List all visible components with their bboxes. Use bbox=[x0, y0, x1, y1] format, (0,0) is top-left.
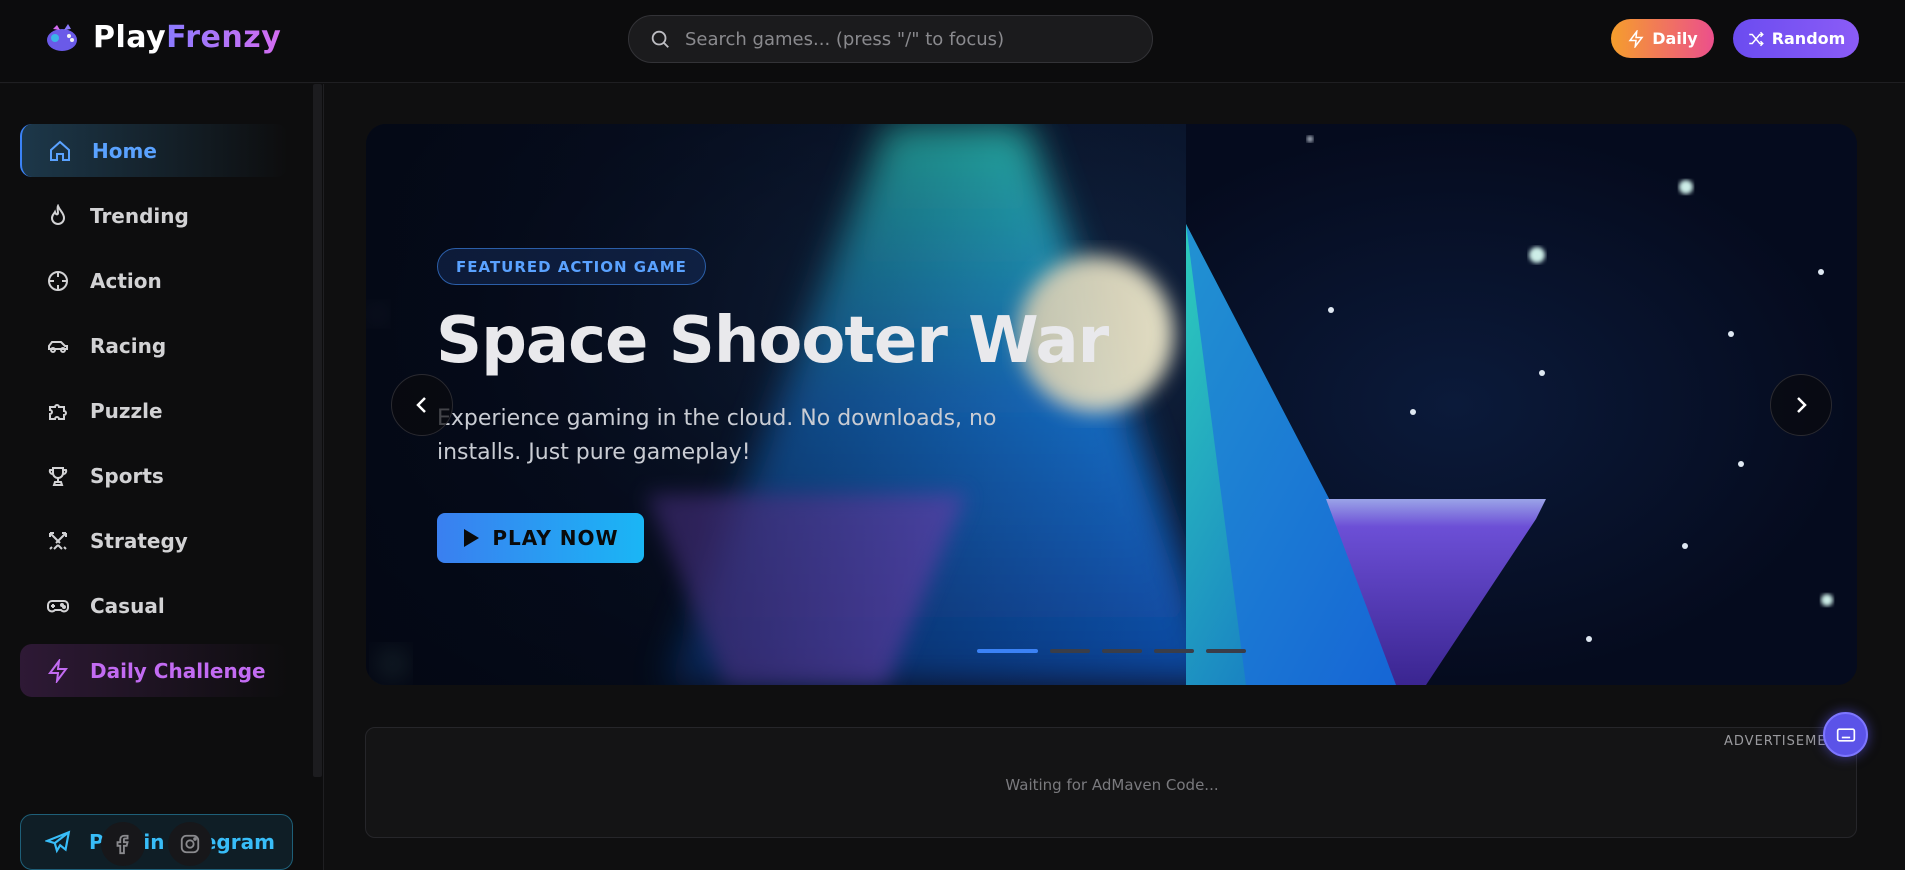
carousel-prev-button[interactable] bbox=[391, 374, 453, 436]
sidebar-item-label: Sports bbox=[90, 463, 164, 488]
advertisement-box: ADVERTISEMENT Waiting for AdMaven Code..… bbox=[365, 727, 1857, 838]
flame-icon bbox=[50, 203, 66, 225]
site-logo[interactable]: PlayFrenzy bbox=[45, 20, 281, 55]
sidebar-item-label: Action bbox=[90, 268, 162, 293]
sidebar-item-label: Strategy bbox=[90, 528, 188, 553]
sidebar-item-puzzle[interactable]: Puzzle bbox=[20, 384, 288, 437]
sidebar-item-trending[interactable]: Trending bbox=[20, 189, 288, 242]
carousel-dot[interactable] bbox=[1050, 649, 1090, 653]
sidebar-item-label: Daily Challenge bbox=[90, 658, 266, 683]
random-button-label: Random bbox=[1771, 29, 1846, 48]
sidebar-item-label: Home bbox=[92, 138, 157, 163]
daily-button-label: Daily bbox=[1652, 29, 1698, 48]
play-icon bbox=[464, 529, 480, 547]
search-icon bbox=[651, 30, 669, 48]
random-button[interactable]: Random bbox=[1733, 19, 1859, 58]
chevron-left-icon bbox=[416, 397, 426, 413]
shuffle-icon bbox=[1748, 31, 1764, 46]
carousel-indicators bbox=[977, 649, 1246, 653]
hero-description: Experience gaming in the cloud. No downl… bbox=[437, 406, 997, 465]
lightning-icon bbox=[48, 658, 68, 683]
play-in-telegram-button[interactable]: Play in Telegram bbox=[20, 814, 293, 870]
sidebar-item-daily-challenge[interactable]: Daily Challenge bbox=[20, 644, 288, 697]
search-bar[interactable] bbox=[628, 15, 1153, 63]
logo-frenzy-text: Frenzy bbox=[166, 20, 282, 55]
facebook-icon bbox=[116, 834, 129, 855]
sidebar-item-label: Trending bbox=[90, 203, 189, 228]
sidebar-scrollbar[interactable] bbox=[313, 84, 322, 777]
featured-badge: FEATURED ACTION GAME bbox=[437, 248, 706, 285]
keyboard-shortcuts-button[interactable] bbox=[1823, 712, 1868, 757]
sidebar-item-label: Racing bbox=[90, 333, 167, 358]
logo-play-text: Play bbox=[93, 20, 167, 55]
carousel-dot[interactable] bbox=[1102, 649, 1142, 653]
crosshair-icon bbox=[48, 270, 68, 291]
carousel-dot[interactable] bbox=[1154, 649, 1194, 653]
sidebar-item-racing[interactable]: Racing bbox=[20, 319, 288, 372]
hero-background-right bbox=[1186, 124, 1857, 685]
search-input[interactable] bbox=[685, 28, 1125, 50]
hero-game-art-right bbox=[1186, 136, 1833, 685]
puzzle-icon bbox=[49, 403, 67, 420]
sidebar-item-casual[interactable]: Casual bbox=[20, 579, 288, 632]
sidebar-item-label: Puzzle bbox=[90, 398, 163, 423]
carousel-dot[interactable] bbox=[977, 649, 1038, 653]
sidebar-item-sports[interactable]: Sports bbox=[20, 449, 288, 502]
gamepad-logo-icon bbox=[47, 23, 77, 51]
sidebar-item-action[interactable]: Action bbox=[20, 254, 288, 307]
daily-button[interactable]: Daily bbox=[1611, 19, 1714, 58]
car-icon bbox=[48, 340, 68, 353]
play-now-label: PLAY NOW bbox=[492, 526, 619, 550]
carousel-next-button[interactable] bbox=[1770, 374, 1832, 436]
carousel-dot[interactable] bbox=[1206, 649, 1246, 653]
play-now-button[interactable]: PLAY NOW bbox=[437, 513, 644, 563]
sidebar-item-label: Casual bbox=[90, 593, 165, 618]
trophy-icon bbox=[48, 466, 68, 486]
chevron-right-icon bbox=[1797, 397, 1807, 413]
hero-title: Space Shooter War bbox=[436, 304, 1109, 378]
lightning-icon bbox=[1628, 29, 1644, 48]
featured-carousel: FEATURED ACTION GAME Space Shooter War E… bbox=[366, 124, 1857, 685]
home-icon bbox=[50, 140, 70, 161]
instagram-icon bbox=[180, 834, 200, 854]
telegram-icon bbox=[45, 830, 71, 854]
top-header: PlayFrenzy Daily Random bbox=[0, 0, 1905, 83]
gamepad-icon bbox=[47, 599, 69, 612]
swords-icon bbox=[49, 531, 67, 550]
keyboard-icon bbox=[1836, 727, 1855, 742]
facebook-link[interactable] bbox=[101, 822, 145, 866]
sidebar-item-home[interactable]: Home bbox=[20, 124, 288, 177]
sidebar-item-strategy[interactable]: Strategy bbox=[20, 514, 288, 567]
ad-waiting-text: Waiting for AdMaven Code... bbox=[1005, 776, 1219, 794]
sidebar: Home Trending Action Racing Puzzle Sport… bbox=[0, 84, 324, 870]
instagram-link[interactable] bbox=[168, 822, 212, 866]
